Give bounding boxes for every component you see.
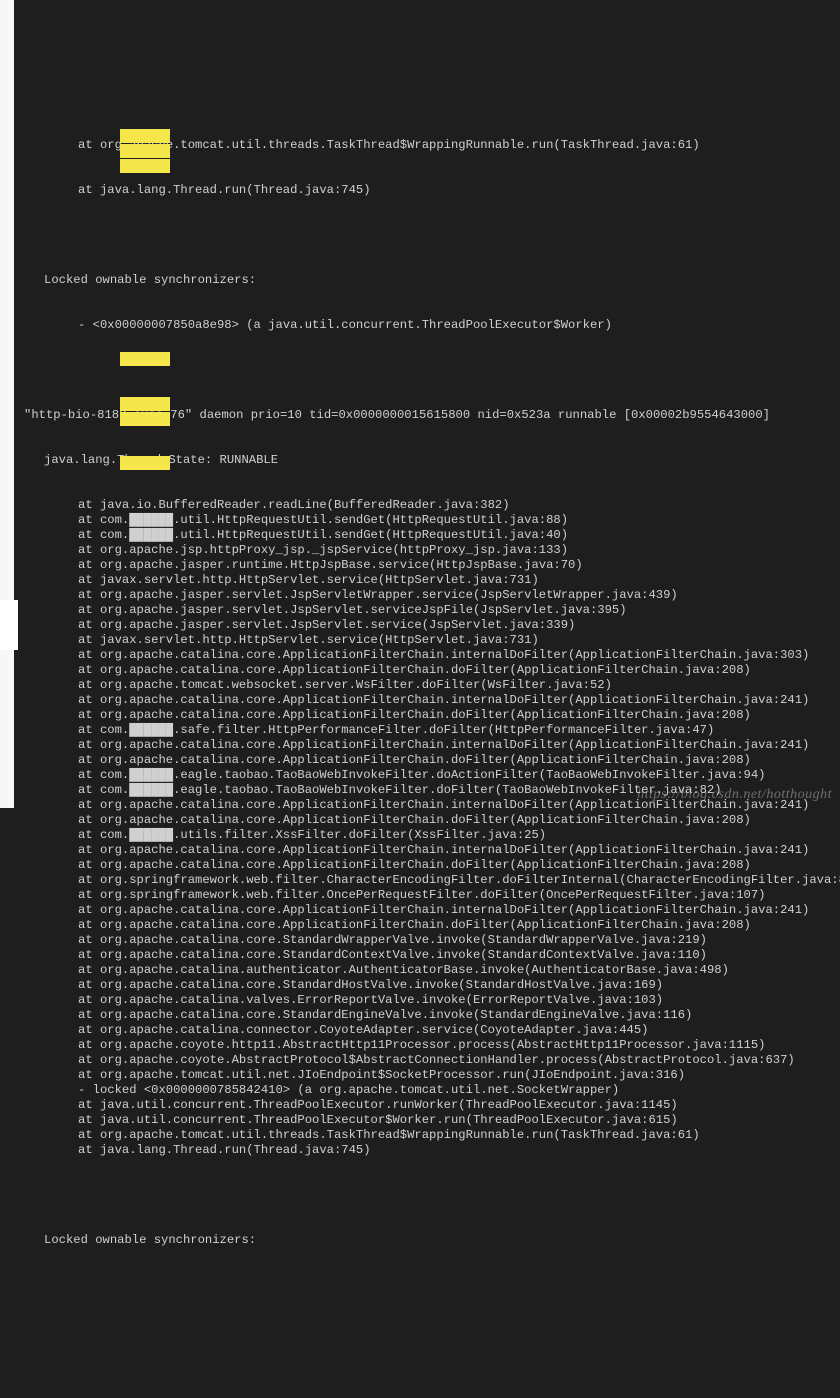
stack-line: at org.apache.catalina.core.ApplicationF… [0, 918, 840, 933]
redaction-block [120, 352, 170, 366]
stack-line: at org.apache.catalina.core.StandardHost… [0, 978, 840, 993]
stack-line: at org.apache.catalina.core.StandardEngi… [0, 1008, 840, 1023]
redaction-block [120, 144, 170, 158]
redaction-block [120, 129, 170, 143]
redaction-block [120, 159, 170, 173]
locked-header: Locked ownable synchronizers: [0, 273, 840, 288]
stack-line: at org.apache.catalina.valves.ErrorRepor… [0, 993, 840, 1008]
stack-line: at java.lang.Thread.run(Thread.java:745) [0, 183, 840, 198]
stack-line: at org.apache.catalina.authenticator.Aut… [0, 963, 840, 978]
stack-line: at org.apache.catalina.connector.CoyoteA… [0, 1023, 840, 1038]
blank-line [0, 1188, 840, 1203]
stack-line: at org.apache.jasper.servlet.JspServletW… [0, 588, 840, 603]
stack-line: at java.lang.Thread.run(Thread.java:745) [0, 1143, 840, 1158]
stack-line: at org.apache.jsp.httpProxy_jsp._jspServ… [0, 543, 840, 558]
stack-line: at org.apache.tomcat.websocket.server.Ws… [0, 678, 840, 693]
stack-line: - locked <0x0000000785842410> (a org.apa… [0, 1083, 840, 1098]
stack-line: at org.apache.tomcat.util.threads.TaskTh… [0, 1128, 840, 1143]
stack-line: at org.apache.jasper.servlet.JspServlet.… [0, 618, 840, 633]
watermark: https://blog.csdn.net/hotthought [637, 787, 832, 802]
stack-line: at com.██████.util.HttpRequestUtil.sendG… [0, 528, 840, 543]
stack-line: at org.apache.catalina.core.ApplicationF… [0, 753, 840, 768]
stack-line: at org.apache.catalina.core.ApplicationF… [0, 858, 840, 873]
stack-line: at java.io.BufferedReader.readLine(Buffe… [0, 498, 840, 513]
stack-line: at org.springframework.web.filter.OncePe… [0, 888, 840, 903]
stack-line: at javax.servlet.http.HttpServlet.servic… [0, 633, 840, 648]
locked-item: - <0x00000007850a8e98> (a java.util.conc… [0, 318, 840, 333]
stack-line: at com.██████.eagle.taobao.TaoBaoWebInvo… [0, 768, 840, 783]
stack-line: at org.apache.catalina.core.StandardWrap… [0, 933, 840, 948]
terminal-output: at org.apache.tomcat.util.threads.TaskTh… [0, 105, 840, 1263]
redaction-block [120, 456, 170, 470]
stack-line: at org.apache.catalina.core.StandardCont… [0, 948, 840, 963]
stack-line: at org.apache.coyote.AbstractProtocol$Ab… [0, 1053, 840, 1068]
stack-line: at org.apache.catalina.core.ApplicationF… [0, 903, 840, 918]
stack-line: at com.██████.utils.filter.XssFilter.doF… [0, 828, 840, 843]
stack-line: at org.apache.jasper.servlet.JspServlet.… [0, 603, 840, 618]
stack-line: at com.██████.util.HttpRequestUtil.sendG… [0, 513, 840, 528]
stack-line: at org.apache.catalina.core.ApplicationF… [0, 693, 840, 708]
stack-line: at org.apache.tomcat.util.net.JIoEndpoin… [0, 1068, 840, 1083]
stack-line: at org.apache.coyote.http11.AbstractHttp… [0, 1038, 840, 1053]
stack-line: at org.apache.catalina.core.ApplicationF… [0, 738, 840, 753]
stack-line: at java.util.concurrent.ThreadPoolExecut… [0, 1113, 840, 1128]
stack-line: at org.apache.catalina.core.ApplicationF… [0, 813, 840, 828]
redaction-block [120, 397, 170, 411]
stack-line: at org.apache.catalina.core.ApplicationF… [0, 663, 840, 678]
stack-trace: at java.io.BufferedReader.readLine(Buffe… [0, 498, 840, 1158]
stack-line: at org.apache.catalina.core.ApplicationF… [0, 843, 840, 858]
stack-line: at javax.servlet.http.HttpServlet.servic… [0, 573, 840, 588]
redaction-block [120, 412, 170, 426]
stack-line: at org.apache.jasper.runtime.HttpJspBase… [0, 558, 840, 573]
stack-line: at java.util.concurrent.ThreadPoolExecut… [0, 1098, 840, 1113]
stack-line: at org.springframework.web.filter.Charac… [0, 873, 840, 888]
stack-line: at org.apache.catalina.core.ApplicationF… [0, 648, 840, 663]
stack-line: at com.██████.safe.filter.HttpPerformanc… [0, 723, 840, 738]
blank-line [0, 228, 840, 243]
stack-line: at org.apache.catalina.core.ApplicationF… [0, 708, 840, 723]
locked-header-2: Locked ownable synchronizers: [0, 1233, 840, 1248]
